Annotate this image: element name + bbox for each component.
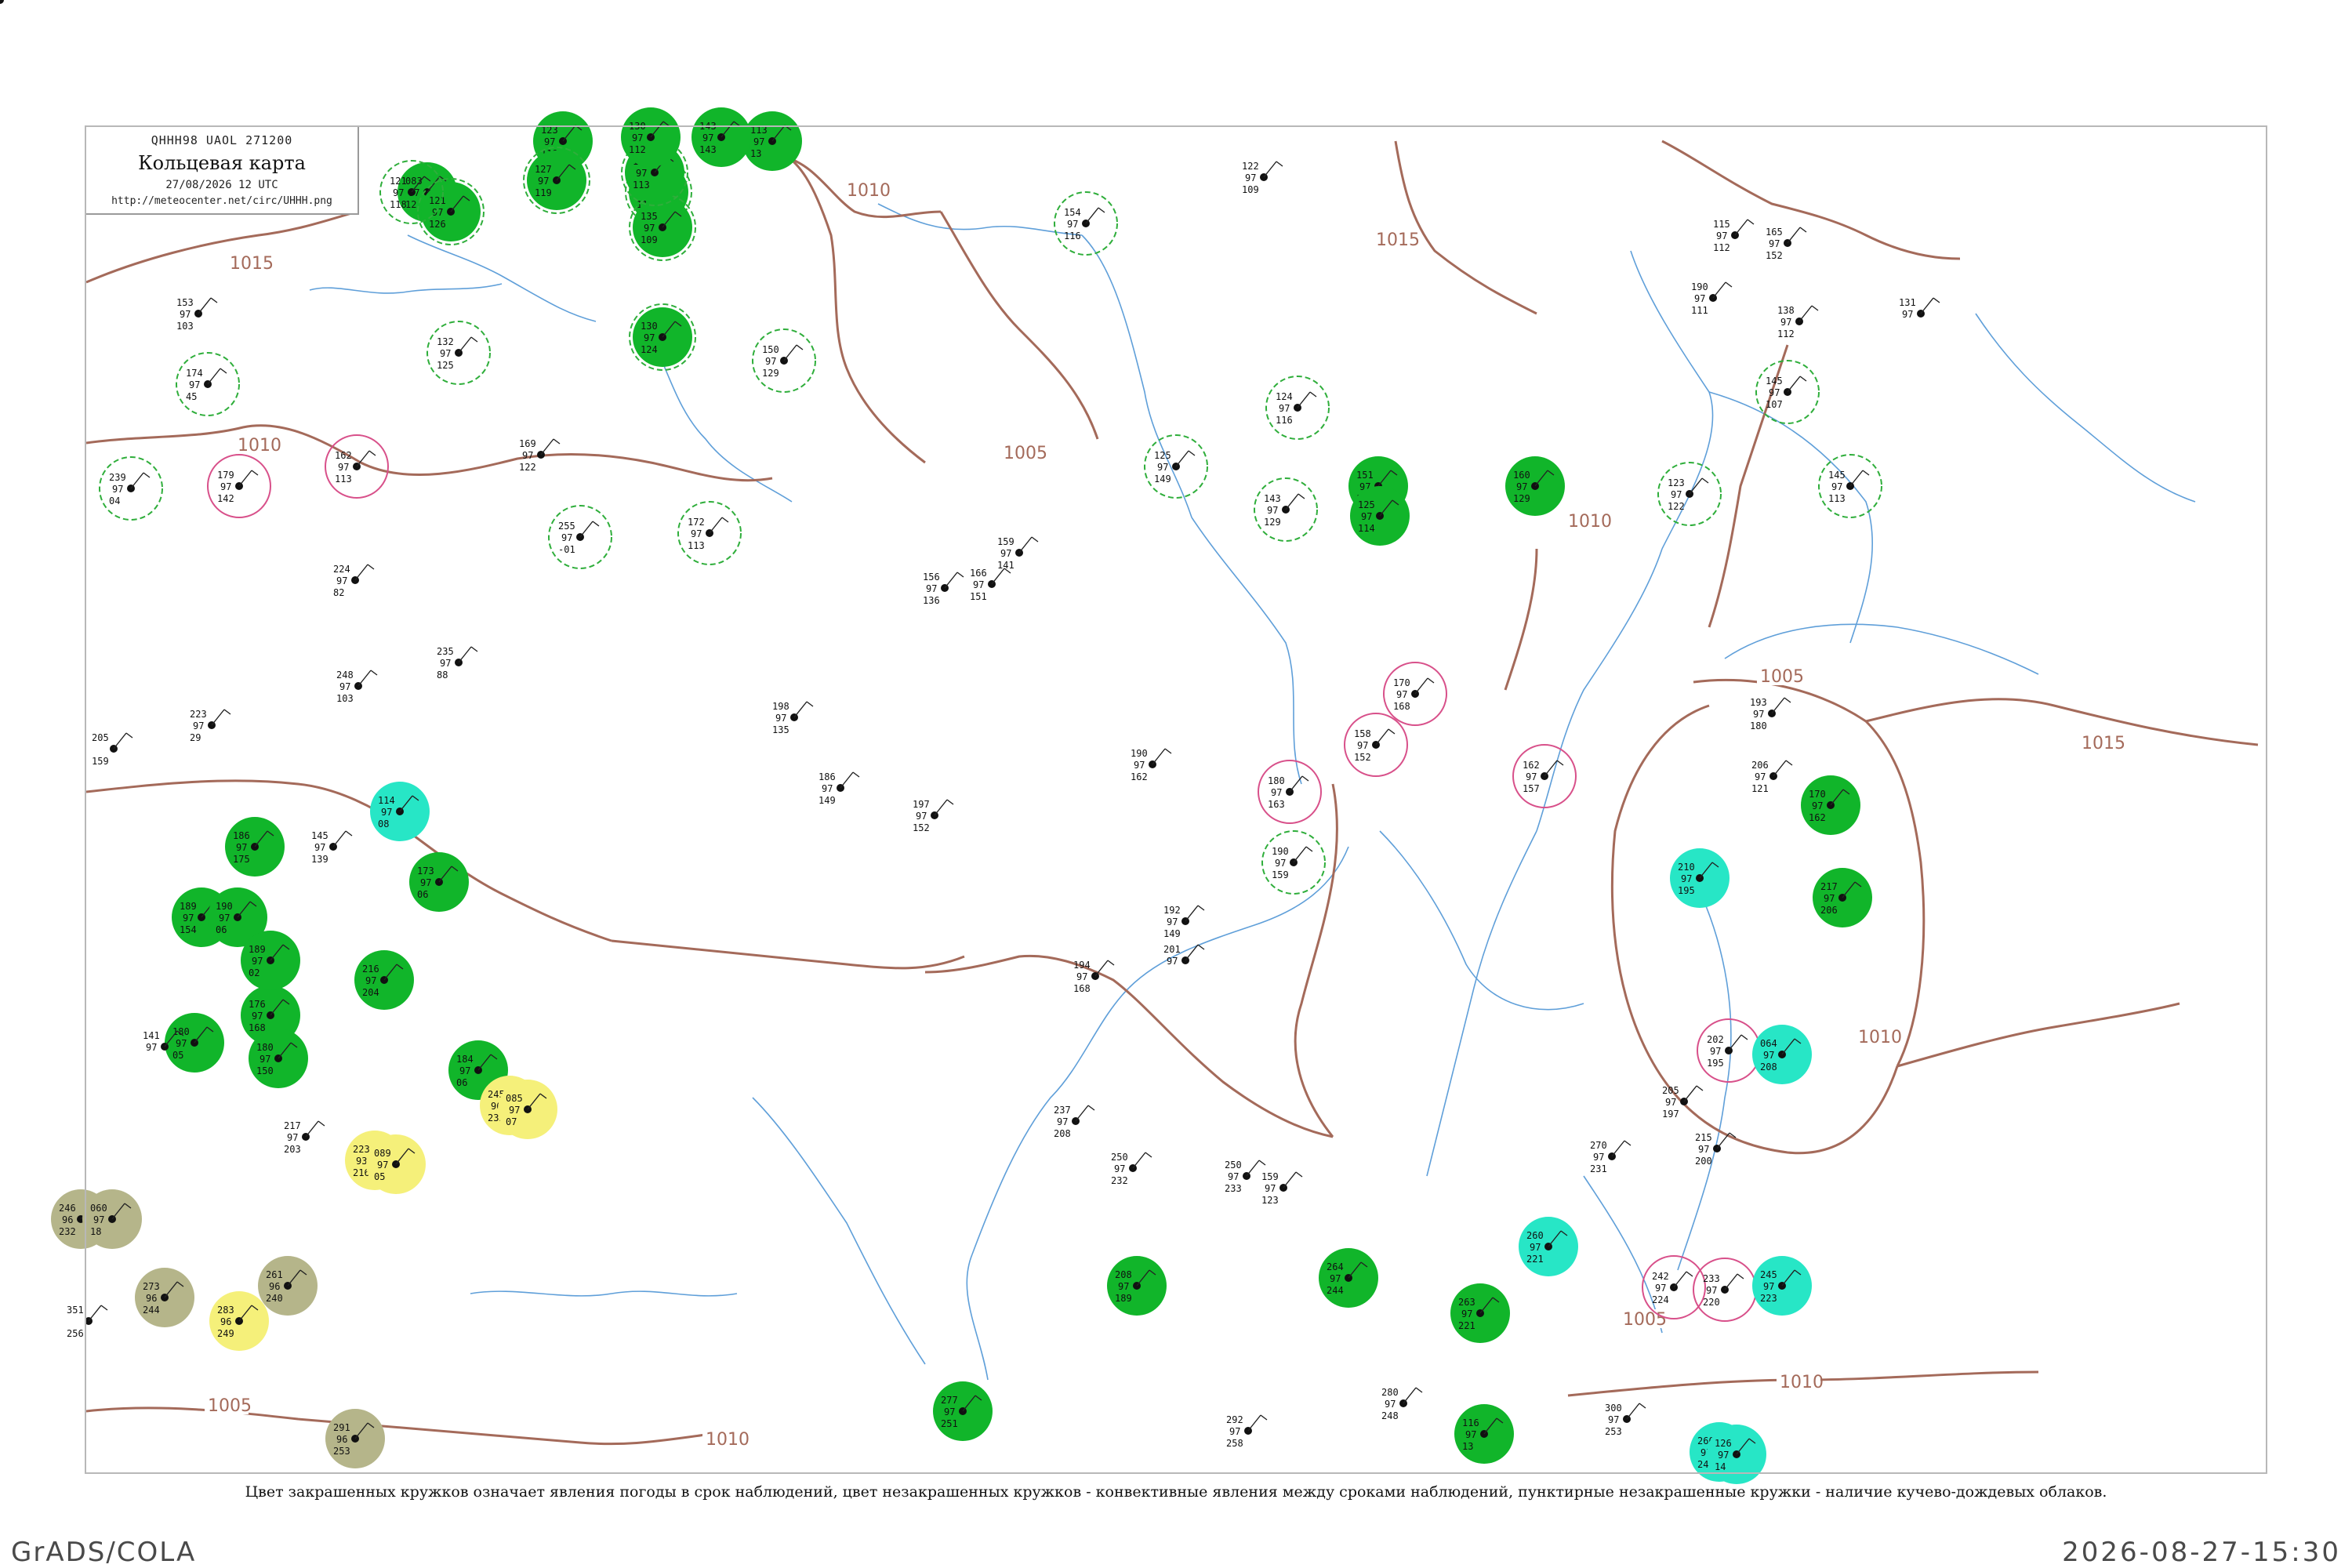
map-frame — [85, 125, 2267, 1474]
software-credit: GrADS/COLA — [11, 1537, 197, 1568]
station-dewpoint: 256 — [67, 1328, 84, 1339]
weather-station: 29897258 — [0, 0, 4, 4]
station-pressure: 246 — [59, 1203, 76, 1214]
cloud-cover-icon — [0, 0, 4, 4]
map-title: Кольцевая карта — [138, 152, 306, 174]
source-url[interactable]: http://meteocenter.net/circ/UHHH.png — [86, 195, 358, 207]
station-temperature: 96 — [62, 1214, 73, 1225]
legend-caption: Цвет закрашенных кружков означает явлени… — [245, 1483, 2107, 1501]
map-header: QHHH98 UAOL 271200 Кольцевая карта 27/08… — [86, 127, 359, 215]
station-dewpoint: 232 — [59, 1226, 76, 1237]
render-timestamp: 2026-08-27-15:30 — [2062, 1537, 2341, 1568]
station-pressure: 351 — [67, 1305, 84, 1316]
map-date: 27/08/2026 12 UTC — [165, 179, 278, 191]
bulletin-code: QHHH98 UAOL 271200 — [151, 133, 293, 147]
